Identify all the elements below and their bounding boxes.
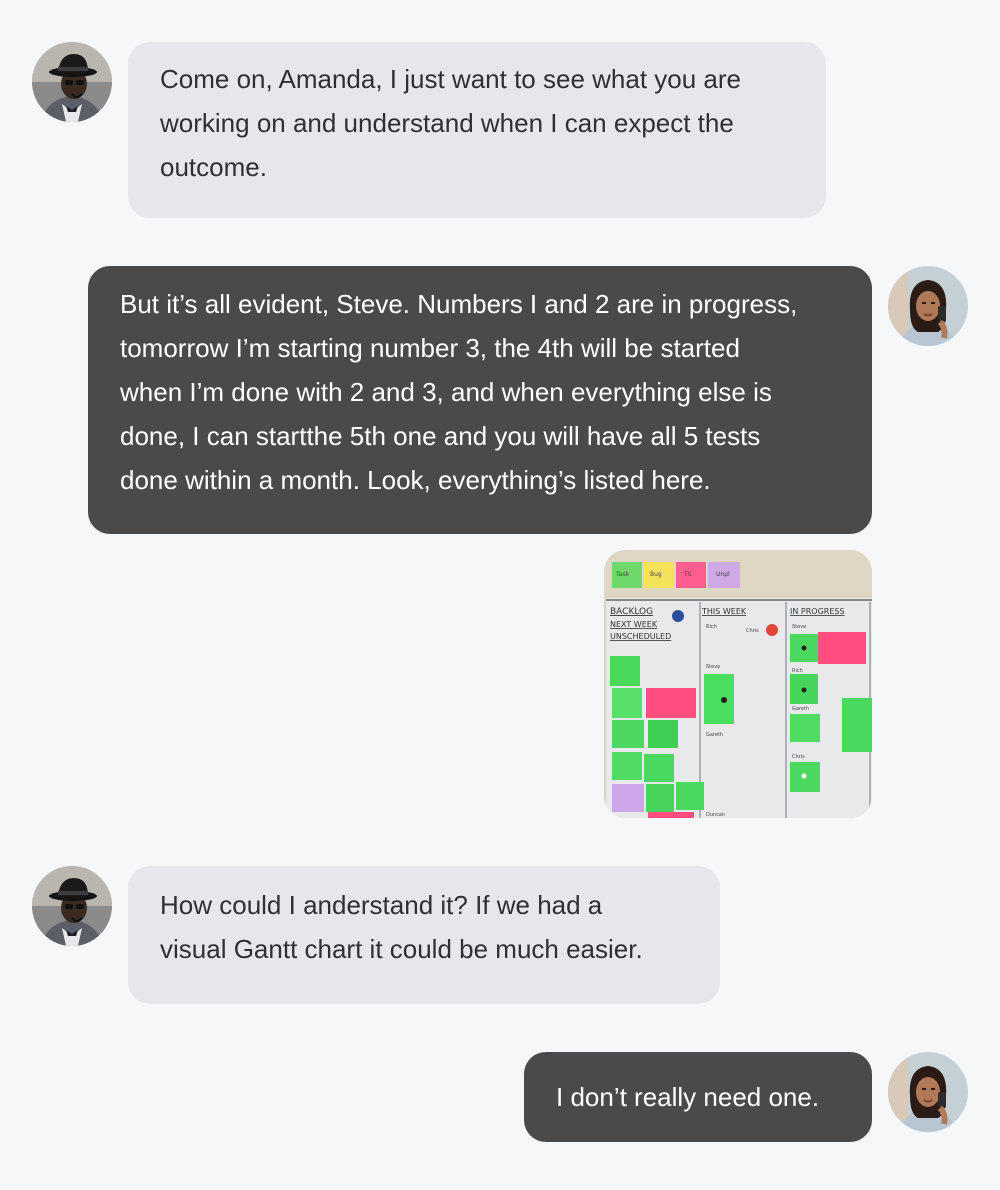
board-column-header: BACKLOG	[610, 607, 653, 617]
board-name-label: Rich	[706, 624, 717, 630]
message-bubble-amanda-2: I don’t really need one.	[524, 1052, 872, 1142]
man-with-hat-avatar-icon	[32, 866, 112, 946]
board-sublabel: UNSCHEDULED	[610, 632, 671, 641]
board-column-header: IN PROGRESS	[790, 607, 845, 616]
board-name-label: Steve	[706, 664, 720, 670]
message-line: But it’s all evident, Steve. Numbers I a…	[120, 289, 798, 319]
message-line: tomorrow I’m starting number 3, the 4th …	[120, 333, 740, 363]
board-name-label: Rich	[792, 668, 803, 674]
message-line: working on and understand when I can exp…	[160, 108, 734, 138]
board-tab-label: Unpl	[716, 571, 730, 578]
amanda-avatar[interactable]	[888, 266, 968, 346]
board-name-label: Steve	[792, 624, 806, 630]
message-bubble-amanda-1: But it’s all evident, Steve. Numbers I a…	[88, 266, 872, 534]
message-line: done, I can startthe 5th one and you wil…	[120, 421, 761, 451]
message-bubble-steve-1: Come on, Amanda, I just want to see what…	[128, 42, 826, 218]
kanban-board-photo[interactable]: Task Bug TS Unpl BACKLOG NEXT WEEK UNSCH…	[604, 550, 872, 818]
board-name-label: Duncan	[706, 812, 725, 818]
board-tab-label: Task	[615, 571, 629, 578]
board-name-label: Chris	[746, 628, 759, 634]
message-line: I don’t really need one.	[556, 1082, 820, 1112]
message-bubble-steve-2: How could I anderstand it? If we had a v…	[128, 866, 720, 1004]
message-line: visual Gantt chart it could be much easi…	[160, 934, 643, 964]
man-with-hat-avatar-icon	[32, 42, 112, 122]
message-line: done within a month. Look, everything’s …	[120, 465, 711, 495]
board-name-label: Gareth	[706, 732, 723, 738]
board-column-header: THIS WEEK	[701, 607, 747, 616]
steve-avatar[interactable]	[32, 866, 112, 946]
woman-on-phone-avatar-icon	[888, 1052, 968, 1132]
message-line: outcome.	[160, 152, 267, 182]
woman-on-phone-avatar-icon	[888, 266, 968, 346]
board-name-label: Chris	[792, 754, 805, 760]
board-tab-label: TS	[683, 571, 692, 578]
board-tab-label: Bug	[650, 571, 662, 578]
message-line: when I’m done with 2 and 3, and when eve…	[120, 377, 772, 407]
amanda-avatar[interactable]	[888, 1052, 968, 1132]
kanban-board-photo-icon: Task Bug TS Unpl BACKLOG NEXT WEEK UNSCH…	[604, 550, 872, 818]
steve-avatar[interactable]	[32, 42, 112, 122]
board-name-label: Gareth	[792, 706, 809, 712]
message-line: How could I anderstand it? If we had a	[160, 890, 603, 920]
message-line: Come on, Amanda, I just want to see what…	[160, 64, 741, 94]
board-sublabel: NEXT WEEK	[610, 620, 658, 629]
